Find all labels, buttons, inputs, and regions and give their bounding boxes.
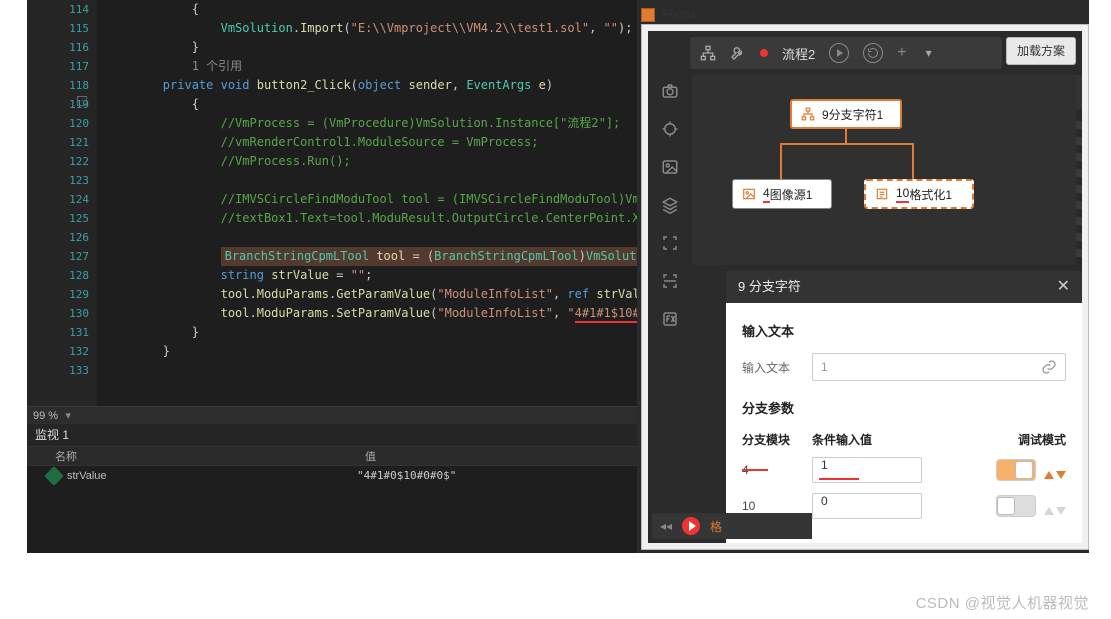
param-row: 41 (742, 452, 1066, 488)
col-cond: 条件输入值 (812, 431, 932, 448)
zoom-dropdown-icon[interactable]: ▾ (61, 407, 75, 425)
run-once-button[interactable] (829, 43, 849, 63)
properties-title: 9 分支字符 (738, 271, 801, 303)
focus-icon[interactable] (660, 233, 680, 253)
image-icon[interactable] (660, 157, 680, 177)
form-title-text: Form1 (662, 7, 697, 21)
node-image-icon (741, 186, 757, 202)
prev-icon[interactable]: ◂◂ (660, 519, 672, 533)
editor-zoom-bar[interactable]: 99 % ▾ (27, 406, 637, 424)
watermark-text: CSDN @视觉人机器视觉 (916, 592, 1089, 613)
wrench-icon[interactable] (730, 45, 746, 61)
record-dot-icon (760, 49, 768, 57)
watch-col-value: 值 (357, 447, 637, 465)
vm-bottom-bar: ◂◂ 格 (652, 513, 812, 539)
param-module: 10 (742, 499, 812, 513)
vm-toolbar: 流程2 + ▾ (690, 37, 1002, 69)
col-module: 分支模块 (742, 431, 812, 448)
watch-row[interactable]: strValue"4#1#0$10#0#0$" (27, 466, 637, 486)
node-branch-label: 9分支字符1 (822, 106, 883, 123)
node-format-icon (874, 186, 890, 202)
node-branch-string[interactable]: 9分支字符1 (790, 99, 902, 129)
link-icon[interactable] (1041, 359, 1057, 375)
code-area[interactable]: { VmSolution.Import("E:\\Vmproject\\VM4.… (97, 0, 637, 406)
fold-toggle[interactable]: - (77, 96, 87, 106)
zoom-value: 99 % (33, 410, 58, 422)
close-icon[interactable]: ✕ (1057, 271, 1070, 303)
node-image-num: 4 (763, 186, 770, 203)
watch-title: 监视 1 (27, 424, 637, 446)
variable-tag-icon (44, 466, 64, 486)
input-text-field[interactable]: 1 (812, 353, 1066, 381)
properties-panel: 9 分支字符 ✕ 输入文本 输入文本 1 分支参数 分支模块 (726, 271, 1082, 543)
flow-canvas[interactable]: 9分支字符1 4 图像源1 10 格式化1 (692, 75, 1076, 265)
add-flow-button[interactable]: + (897, 44, 906, 62)
node-image-source[interactable]: 4 图像源1 (732, 179, 832, 209)
col-debug: 调试模式 (932, 431, 1066, 448)
watch-window: 监视 1 名称 值 strValue"4#1#0$10#0#0$" (27, 424, 637, 553)
form-window-icon (641, 8, 655, 22)
play-button[interactable] (682, 517, 700, 535)
fx-icon[interactable] (660, 309, 680, 329)
section-input-title: 输入文本 (742, 321, 1066, 340)
vm-panel: 流程2 + ▾ 加载方案 (648, 31, 1082, 543)
param-cond-input[interactable]: 1 (812, 457, 922, 483)
form-window: 流程2 + ▾ 加载方案 (641, 24, 1089, 550)
watch-var-name: strValue (67, 466, 357, 486)
watch-header: 名称 值 (27, 446, 637, 466)
code-editor[interactable]: 1141151161171181191201211221231241251261… (27, 0, 637, 406)
flow-tree-icon[interactable] (700, 45, 716, 61)
param-cond-input[interactable]: 0 (812, 493, 922, 519)
params-header: 分支模块 条件输入值 调试模式 (742, 427, 1066, 452)
bottom-label: 格 (710, 518, 722, 535)
run-loop-button[interactable] (863, 43, 883, 63)
load-solution-button[interactable]: 加载方案 (1006, 37, 1076, 65)
flow-name[interactable]: 流程2 (782, 44, 815, 63)
node-image-label: 图像源1 (770, 186, 813, 203)
reorder-arrows[interactable] (1044, 507, 1066, 515)
scan-icon[interactable] (660, 271, 680, 291)
debug-toggle[interactable] (996, 495, 1036, 517)
node-branch-icon (800, 106, 816, 122)
fold-column[interactable]: - (77, 0, 93, 406)
toolbar-chevron-down-icon[interactable]: ▾ (921, 45, 937, 61)
target-icon[interactable] (660, 119, 680, 139)
layers-icon[interactable] (660, 195, 680, 215)
watch-var-value: "4#1#0$10#0#0$" (357, 466, 637, 486)
form-window-title: Form1 (641, 4, 697, 24)
node-format[interactable]: 10 格式化1 (864, 179, 974, 209)
reorder-arrows[interactable] (1044, 471, 1066, 479)
node-format-label: 格式化1 (909, 186, 952, 203)
camera-icon[interactable] (660, 81, 680, 101)
input-text-label: 输入文本 (742, 359, 804, 376)
vm-left-toolbar (652, 71, 688, 503)
param-module: 4 (742, 463, 812, 477)
properties-title-bar: 9 分支字符 ✕ (726, 271, 1082, 303)
watch-col-name: 名称 (27, 447, 357, 465)
node-format-num: 10 (896, 186, 909, 203)
debug-toggle[interactable] (996, 459, 1036, 481)
section-params-title: 分支参数 (742, 398, 1066, 417)
input-text-value: 1 (821, 360, 1041, 374)
